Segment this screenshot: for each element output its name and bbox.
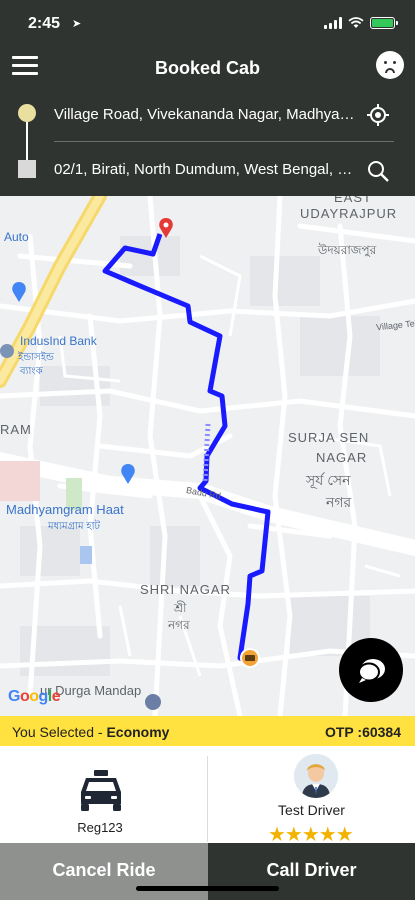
selected-category: You Selected - Economy: [12, 724, 169, 740]
map-label-east: EAST: [334, 196, 372, 205]
search-icon[interactable]: [367, 160, 389, 182]
pickup-address[interactable]: Village Road, Vivekananda Nagar, Madhyam…: [54, 106, 356, 123]
taxi-icon: [81, 770, 121, 811]
map-label-ram: RAM: [0, 422, 32, 437]
drop-marker-icon: [18, 160, 36, 178]
status-time: 2:45: [28, 15, 61, 32]
map-label-haat-bn: মধ্যমগ্রাম হাট: [48, 521, 100, 532]
current-location-icon[interactable]: [367, 104, 389, 126]
map-label-udayrajpur-bn: উদয়রাজপুর: [318, 243, 377, 257]
selected-category-name: Economy: [106, 724, 170, 740]
map-label-auto: Auto: [4, 230, 29, 244]
cancel-ride-button[interactable]: Cancel Ride: [0, 843, 208, 900]
home-indicator: [136, 886, 279, 891]
cab-registration: Reg123: [77, 820, 123, 835]
selected-prefix: You Selected -: [12, 724, 107, 740]
map-label-indusind: IndusInd Bank: [20, 334, 97, 348]
map-label-surja-sen-bn2: নগর: [326, 494, 352, 510]
driver-person-icon: [294, 754, 338, 798]
driver-avatar: [294, 754, 338, 798]
wifi-icon: [348, 17, 364, 28]
status-bar: 2:45 ➤: [0, 0, 415, 46]
map-label-nagar: NAGAR: [316, 450, 368, 465]
google-logo: Google: [8, 688, 61, 705]
chat-button[interactable]: [339, 638, 403, 702]
pickup-marker-icon: [18, 104, 36, 122]
selected-category-bar: You Selected - Economy OTP :60384: [0, 716, 415, 746]
info-divider: [207, 756, 208, 842]
map-label-surja-sen: SURJA SEN: [288, 430, 370, 445]
drop-address[interactable]: 02/1, Birati, North Dumdum, West Bengal,…: [54, 161, 356, 178]
map-label-surja-sen-bn1: সূর্য সেন: [306, 472, 351, 488]
address-divider: [54, 141, 394, 142]
location-arrow-icon: ➤: [72, 18, 82, 30]
profile-face-icon[interactable]: [376, 51, 404, 79]
map-label-shri-nagar: SHRI NAGAR: [140, 582, 231, 597]
map-label-shri-nagar-bn2: নগর: [168, 618, 190, 632]
chat-bubble-icon: [358, 659, 385, 683]
map-label-udayrajpur: UDAYRAJPUR: [300, 206, 398, 221]
otp-code: OTP :60384: [324, 724, 401, 740]
driver-name: Test Driver: [278, 802, 345, 818]
battery-icon: [370, 17, 398, 29]
page-title: Booked Cab: [154, 58, 260, 78]
status-indicators: [324, 17, 398, 29]
call-driver-button[interactable]: Call Driver: [208, 843, 415, 900]
header-panel: 2:45 ➤ Booked Cab Village Road, Vivekana…: [0, 0, 415, 196]
map-label-indusind-bn2: ব্যাংক: [20, 366, 43, 377]
cellular-signal-icon: [324, 17, 342, 29]
map-label-haat: Madhyamgram Haat: [6, 502, 124, 517]
